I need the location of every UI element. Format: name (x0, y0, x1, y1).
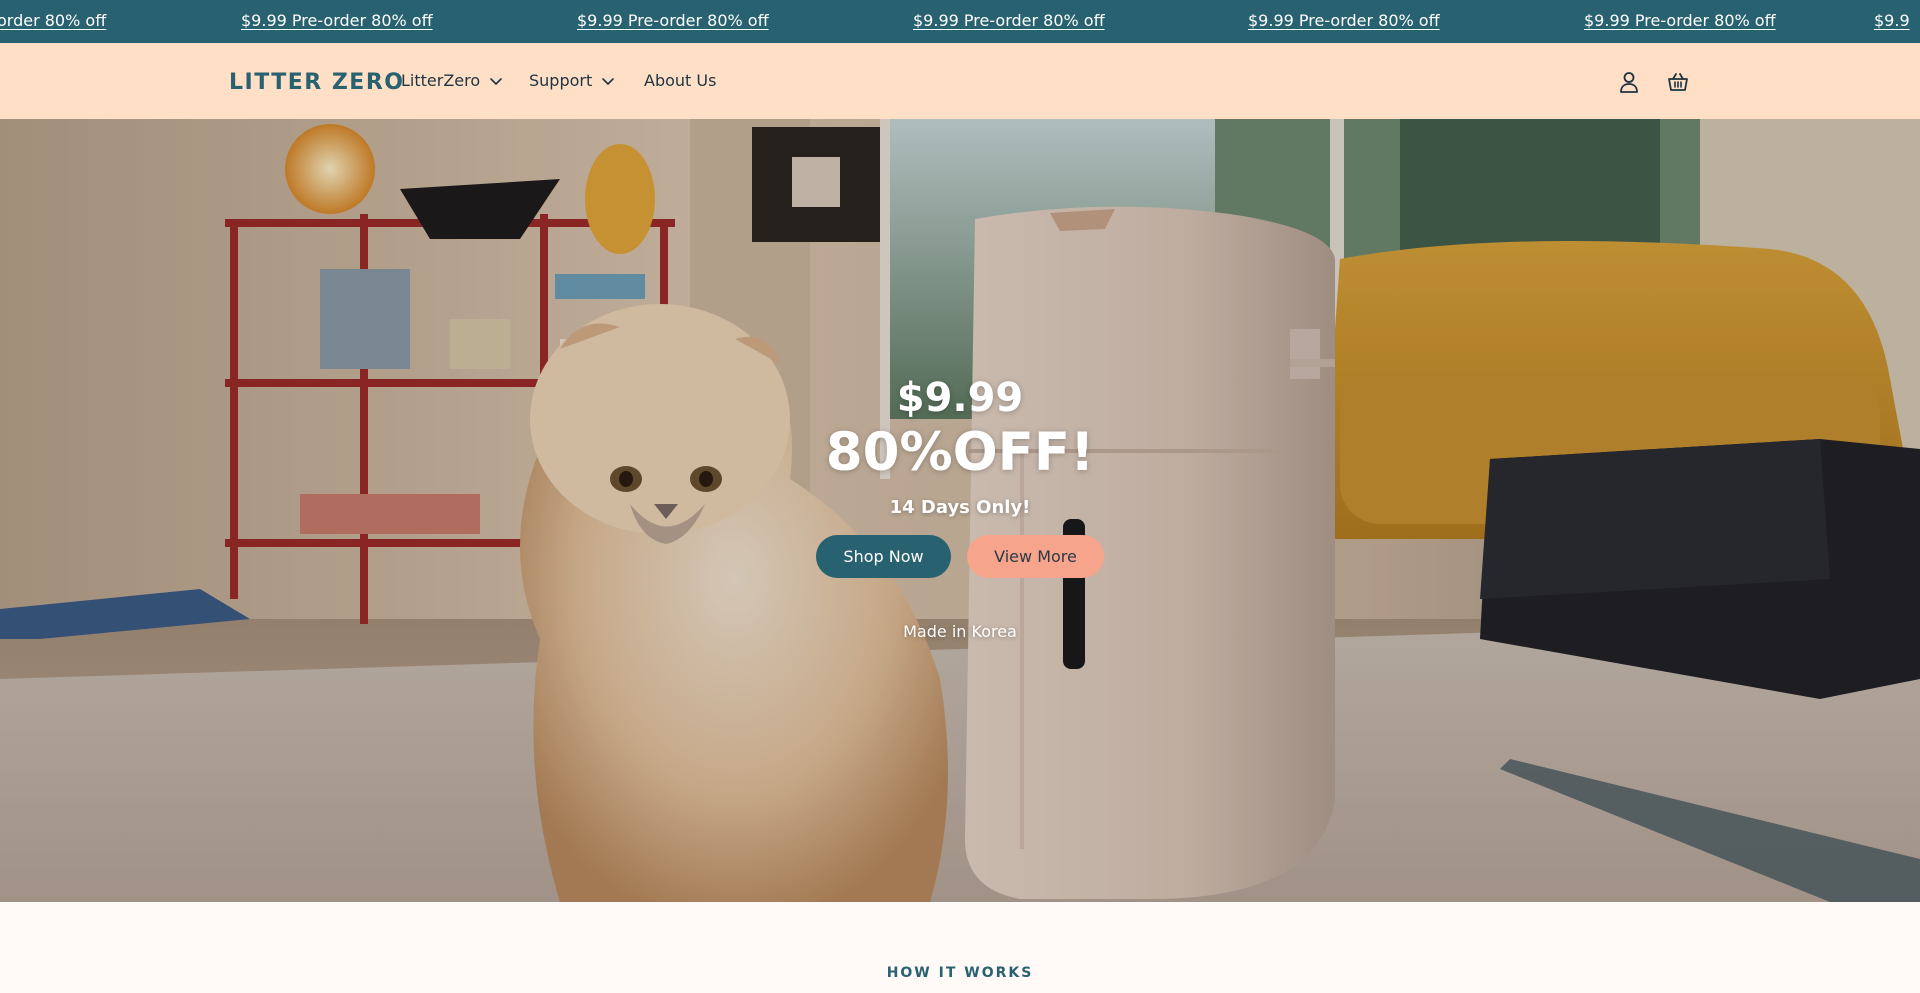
announcement-link[interactable]: $9.9 (1874, 11, 1910, 31)
hero-discount-headline: 80%OFF! (825, 422, 1095, 483)
hero-price: $9.99 (896, 375, 1024, 421)
brand-logo[interactable]: LITTER ZERO (229, 69, 404, 97)
nav-item-litterzero[interactable]: LitterZero (401, 70, 504, 92)
announcement-link[interactable]: $9.99 Pre-order 80% off (577, 11, 769, 31)
section-title: HOW IT WORKS (886, 965, 1034, 981)
announcement-link[interactable]: $9.99 Pre-order 80% off (1584, 11, 1776, 31)
cart-icon[interactable] (1663, 67, 1693, 97)
view-more-button[interactable]: View More (967, 535, 1104, 578)
account-icon[interactable] (1614, 67, 1644, 97)
announcement-link[interactable]: $9.99 Pre-order 80% off (913, 11, 1105, 31)
made-in-korea-note: Made in Korea (903, 622, 1017, 641)
announcement-link[interactable]: $9.99 Pre-order 80% off (1248, 11, 1440, 31)
shop-now-button[interactable]: Shop Now (816, 535, 951, 578)
announcement-track: order 80% off $9.99 Pre-order 80% off $9… (0, 0, 1920, 43)
nav-item-label: Support (529, 71, 593, 90)
site-header: LITTER ZERO LitterZero Support About Us (0, 43, 1920, 119)
chevron-down-icon (488, 73, 504, 89)
how-it-works-section: HOW IT WORKS (0, 902, 1920, 993)
nav-item-label: About Us (644, 71, 717, 90)
announcement-link[interactable]: $9.99 Pre-order 80% off (241, 11, 433, 31)
nav-item-label: LitterZero (401, 71, 481, 90)
hero-subtitle: 14 Days Only! (889, 497, 1031, 518)
nav-item-support[interactable]: Support (529, 70, 616, 92)
hero-banner: $9.99 80%OFF! 14 Days Only! Shop Now Vie… (0, 119, 1920, 902)
chevron-down-icon (600, 73, 616, 89)
announcement-bar: order 80% off $9.99 Pre-order 80% off $9… (0, 0, 1920, 43)
nav-item-about-us[interactable]: About Us (644, 70, 716, 92)
hero-content: $9.99 80%OFF! 14 Days Only! Shop Now Vie… (0, 119, 1920, 902)
announcement-link[interactable]: order 80% off (0, 11, 106, 31)
